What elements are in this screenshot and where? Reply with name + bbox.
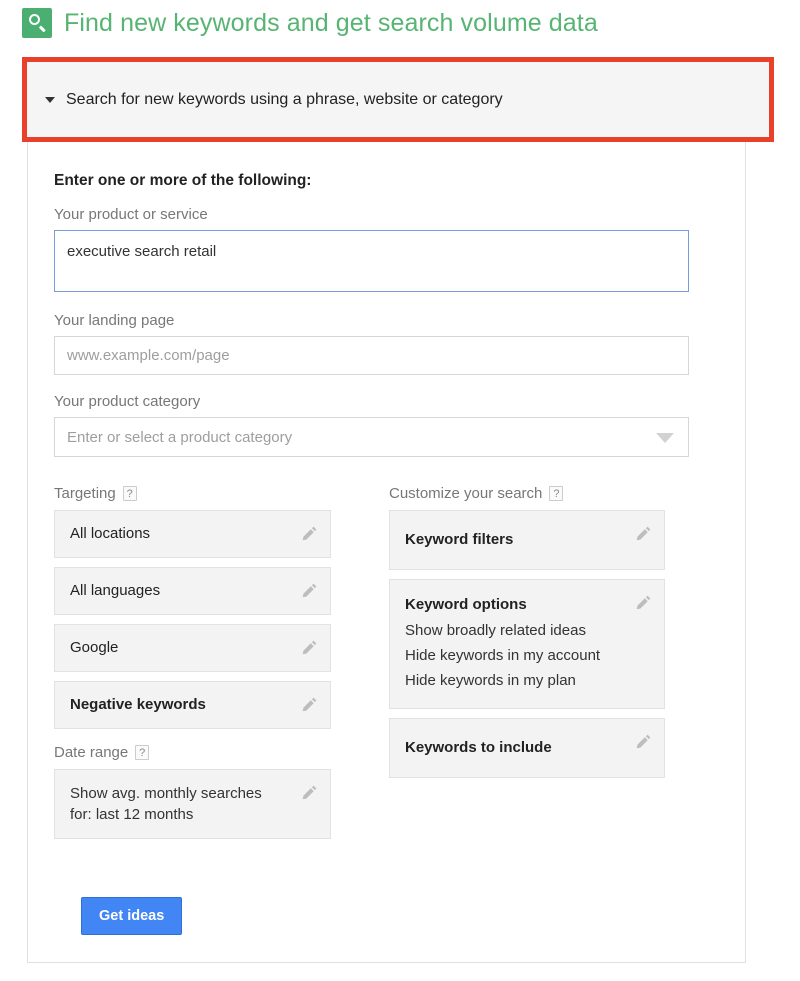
keywords-to-include-label: Keywords to include [405, 738, 624, 758]
options-columns: Targeting ? All locations All languages [54, 485, 719, 848]
customize-title-row: Customize your search ? [389, 485, 665, 502]
pencil-icon[interactable] [301, 696, 318, 713]
pencil-icon[interactable] [635, 525, 652, 542]
pencil-icon[interactable] [301, 582, 318, 599]
targeting-column: Targeting ? All locations All languages [54, 485, 331, 848]
targeting-label: All locations [70, 524, 290, 544]
targeting-title-row: Targeting ? [54, 485, 331, 502]
keyword-planner-page: Find new keywords and get search volume … [0, 0, 800, 981]
targeting-card-locations[interactable]: All locations [54, 510, 331, 558]
keyword-option-item: Hide keywords in my account [405, 643, 624, 668]
get-ideas-button[interactable]: Get ideas [81, 897, 182, 935]
date-range-title: Date range [54, 744, 128, 761]
pencil-icon[interactable] [301, 784, 318, 801]
product-or-service-label: Your product or service [54, 206, 719, 223]
pencil-icon[interactable] [635, 733, 652, 750]
chevron-down-icon [656, 433, 674, 443]
search-icon [22, 8, 52, 38]
highlight-annotation: Search for new keywords using a phrase, … [22, 57, 774, 142]
targeting-label: Negative keywords [70, 695, 290, 715]
keyword-options-card[interactable]: Keyword options Show broadly related ide… [389, 579, 665, 709]
targeting-card-languages[interactable]: All languages [54, 567, 331, 615]
customize-title: Customize your search [389, 485, 542, 502]
keyword-option-item: Hide keywords in my plan [405, 668, 624, 693]
product-or-service-input[interactable]: executive search retail [54, 230, 689, 292]
targeting-card-negative-keywords[interactable]: Negative keywords [54, 681, 331, 729]
targeting-card-search-network[interactable]: Google [54, 624, 331, 672]
help-icon[interactable]: ? [135, 745, 149, 760]
product-category-label: Your product category [54, 393, 719, 410]
product-category-select[interactable]: Enter or select a product category [54, 417, 689, 457]
keyword-option-item: Show broadly related ideas [405, 618, 624, 643]
form-heading: Enter one or more of the following: [54, 172, 719, 190]
landing-page-label: Your landing page [54, 312, 719, 329]
search-section-toggle[interactable]: Search for new keywords using a phrase, … [27, 62, 769, 137]
product-category-placeholder: Enter or select a product category [67, 429, 292, 446]
help-icon[interactable]: ? [123, 486, 137, 501]
keyword-filters-label: Keyword filters [405, 530, 624, 550]
targeting-title: Targeting [54, 485, 116, 502]
triangle-down-icon [45, 97, 55, 103]
search-section-label: Search for new keywords using a phrase, … [66, 91, 503, 109]
pencil-icon[interactable] [301, 525, 318, 542]
targeting-label: Google [70, 638, 290, 658]
page-header: Find new keywords and get search volume … [22, 8, 598, 38]
customize-column: Customize your search ? Keyword filters … [389, 485, 665, 848]
date-range-line2: for: last 12 months [70, 804, 290, 825]
pencil-icon[interactable] [301, 639, 318, 656]
keywords-to-include-card[interactable]: Keywords to include [389, 718, 665, 778]
targeting-label: All languages [70, 581, 290, 601]
search-form-panel: Enter one or more of the following: Your… [27, 142, 746, 963]
date-range-line1: Show avg. monthly searches [70, 783, 290, 804]
keyword-options-label: Keyword options [405, 595, 624, 615]
keyword-filters-card[interactable]: Keyword filters [389, 510, 665, 570]
page-title: Find new keywords and get search volume … [64, 9, 598, 38]
date-range-title-row: Date range ? [54, 744, 331, 761]
pencil-icon[interactable] [635, 594, 652, 611]
date-range-card[interactable]: Show avg. monthly searches for: last 12 … [54, 769, 331, 839]
help-icon[interactable]: ? [549, 486, 563, 501]
landing-page-input[interactable]: www.example.com/page [54, 336, 689, 375]
